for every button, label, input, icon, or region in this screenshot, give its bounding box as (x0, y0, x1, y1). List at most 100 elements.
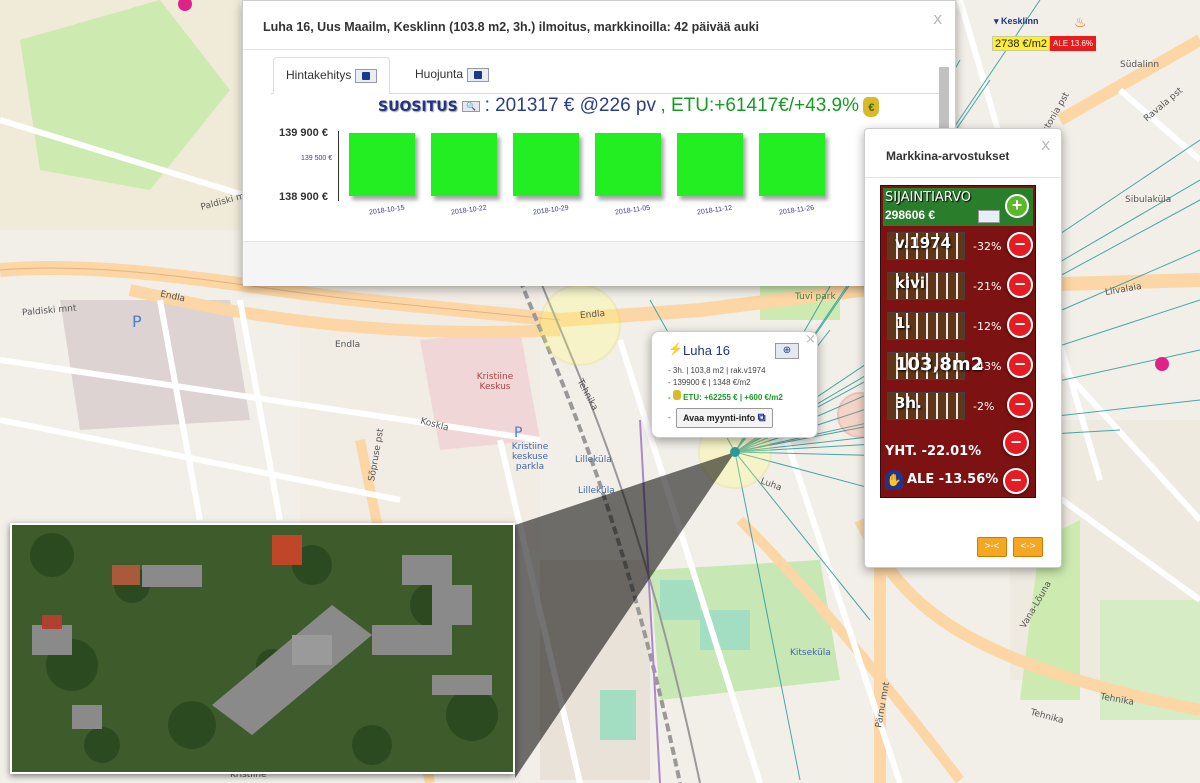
ytick-label-max: 139 900 € (279, 127, 328, 139)
valuation-row-minus-button[interactable]: − (1007, 312, 1033, 338)
xtick-label-2018-10-29: 2018-10-29 (532, 204, 570, 217)
valuation-row: kivi -21% − (885, 268, 1035, 304)
money-bag-icon: € (863, 96, 880, 117)
district-badge[interactable]: ▾ Kesklinn ♨ 2738 €/m2 ALE 13.6% (990, 14, 1108, 56)
recommendation-benefit: , ETU:+61417€/+43.9% (660, 95, 860, 116)
valuation-row-pct: -32% (973, 240, 1002, 253)
tab-huojunta-label: Huojunta (415, 67, 464, 81)
tab-huojunta[interactable]: Huojunta (403, 57, 502, 93)
lightning-icon: ⚡ (668, 342, 683, 356)
parking-icon-2: P (514, 425, 523, 441)
valuation-row-pct: -2% (973, 400, 995, 413)
map-label-lillekyla2: Lilleküla (578, 486, 615, 496)
map-label-endla2: Endla (335, 340, 361, 350)
tab-hintakehitys-label: Hintakehitys (286, 68, 352, 82)
xtick-label-2018-10-22: 2018-10-22 (450, 204, 488, 217)
valuation-row-pct: -12% (973, 320, 1002, 333)
popup-title[interactable]: Luha 16 (683, 343, 730, 358)
tab-settings-icon[interactable] (355, 68, 378, 83)
recommendation: SUOSITUS 🔍 : 201317 € @226 pv , ETU:+614… (378, 95, 880, 117)
valuation-row-pct: -43% (973, 360, 1002, 373)
valuation-box: SIJAINTIARVO 298606 € + v.1974 -32% − kivi -… (880, 185, 1036, 498)
valuation-row-label: 1. (895, 314, 912, 332)
ytick-label-mid: 139 500 € (301, 155, 333, 162)
settings-icon[interactable] (978, 210, 1000, 223)
discount-row: ✋ ALE -13.56% − (883, 466, 1033, 496)
ytick-label-min: 138 900 € (279, 191, 328, 203)
popup-benefit-row: - ETU: +62255 € | +600 €/m2 (668, 390, 783, 402)
tab-hintakehitys[interactable]: Hintakehitys (273, 57, 391, 94)
map-label-tuvi: Tuvi park (795, 292, 836, 302)
search-icon[interactable]: 🔍 (462, 101, 481, 113)
total-row: YHT. -22.01% − (883, 430, 1033, 466)
location-value: 298606 € (885, 208, 936, 222)
hand-icon: ✋ (885, 470, 903, 490)
market-valuation-panel: Markkina-arvostukset x SIJAINTIARVO 2986… (864, 128, 1062, 568)
xtick-label-2018-11-26: 2018-11-26 (778, 204, 815, 217)
market-panel-close-button[interactable]: x (1041, 135, 1050, 154)
discount-label: ALE -13.56% (907, 472, 999, 487)
zoom-in-icon[interactable]: ⊕ (775, 343, 799, 359)
valuation-row-minus-button[interactable]: − (1007, 352, 1033, 378)
valuation-row-label: kivi (895, 274, 926, 292)
price-per-m2: 2738 €/m2 (992, 36, 1050, 51)
xtick-label-2018-11-05: 2018-11-05 (614, 204, 651, 217)
market-panel-title: Markkina-arvostukset (886, 149, 1010, 163)
bar-2018-11-12[interactable] (677, 133, 743, 196)
parking-icon: P (132, 312, 142, 331)
valuation-row-minus-button[interactable]: − (1007, 272, 1033, 298)
location-label: SIJAINTIARVO (885, 190, 972, 205)
bar-2018-11-05[interactable] (595, 133, 661, 196)
xtick-label-2018-11-12: 2018-11-12 (696, 204, 733, 217)
map-label-parkla: Kristiine keskuse parkla (511, 442, 549, 472)
add-location-button[interactable]: + (1005, 194, 1029, 218)
total-label: YHT. -22.01% (885, 444, 982, 459)
bar-2018-10-22[interactable] (431, 133, 497, 196)
map-label-kristiine: Kristiine Keskus (476, 372, 514, 392)
map-label-sibulakula: Sibulaküla (1125, 195, 1172, 205)
discount-minus-button[interactable]: − (1003, 468, 1029, 494)
popup-line1: - 3h. | 103,8 m2 | rak.v1974 (668, 366, 766, 375)
bar-2018-11-26[interactable] (759, 133, 825, 196)
district-label: Kesklinn (1001, 16, 1039, 26)
price-chart: 139 900 € 139 500 € 138 900 € 2018-10-15… (273, 121, 913, 231)
aerial-image (12, 525, 513, 772)
discount-badge: ALE 13.6% (1050, 36, 1096, 51)
valuation-row-minus-button[interactable]: − (1007, 392, 1033, 418)
bar-2018-10-15[interactable] (349, 133, 415, 196)
listing-panel: Luha 16, Uus Maailm, Kesklinn (103.8 m2,… (242, 0, 956, 286)
location-value-box: SIJAINTIARVO 298606 € + (883, 188, 1033, 226)
panel-footer (243, 241, 955, 286)
aerial-photo-inset (10, 523, 515, 774)
valuation-row: 1. -12% − (885, 308, 1035, 344)
popup-line2: - 139900 € | 1348 €/m2 (668, 378, 751, 387)
collapse-button[interactable]: >-< (977, 537, 1007, 557)
expand-button[interactable]: <-> (1013, 537, 1043, 557)
bar-2018-10-29[interactable] (513, 133, 579, 196)
total-minus-button[interactable]: − (1003, 430, 1029, 456)
y-axis-line (338, 131, 339, 201)
map-label-kitsekula: Kitseküla (790, 648, 831, 658)
valuation-row-label: v.1974 (895, 234, 952, 252)
recommendation-price: : 201317 € @226 pv (484, 95, 656, 116)
divider (865, 177, 1061, 178)
district-name: ▾ Kesklinn (994, 16, 1039, 26)
xtick-label-2018-10-15: 2018-10-15 (368, 204, 406, 217)
valuation-row: v.1974 -32% − (885, 228, 1035, 264)
popup-dash: - (668, 413, 671, 422)
external-link-icon: ⧉ (757, 412, 766, 424)
map-label-sudalinn: Südalinn (1120, 60, 1160, 70)
valuation-row-pct: -21% (973, 280, 1002, 293)
tab-settings-icon-2[interactable] (467, 67, 490, 82)
open-sale-info-button[interactable]: Avaa myynti-info ⧉ (676, 408, 773, 428)
fire-icon: ♨ (1074, 14, 1087, 30)
open-sale-info-label: Avaa myynti-info (683, 413, 756, 423)
recommendation-label: SUOSITUS (378, 99, 458, 115)
popup-benefit: ETU: +62255 € | +600 €/m2 (683, 393, 783, 402)
valuation-row: 3h. -2% − (885, 388, 1035, 424)
valuation-row-minus-button[interactable]: − (1007, 232, 1033, 258)
popup-close-button[interactable]: × (805, 332, 816, 347)
valuation-row-label: 103,8m2 (895, 354, 984, 375)
listing-close-button[interactable]: x (933, 9, 942, 28)
map-label-lillekyla: Lilleküla (575, 455, 612, 465)
